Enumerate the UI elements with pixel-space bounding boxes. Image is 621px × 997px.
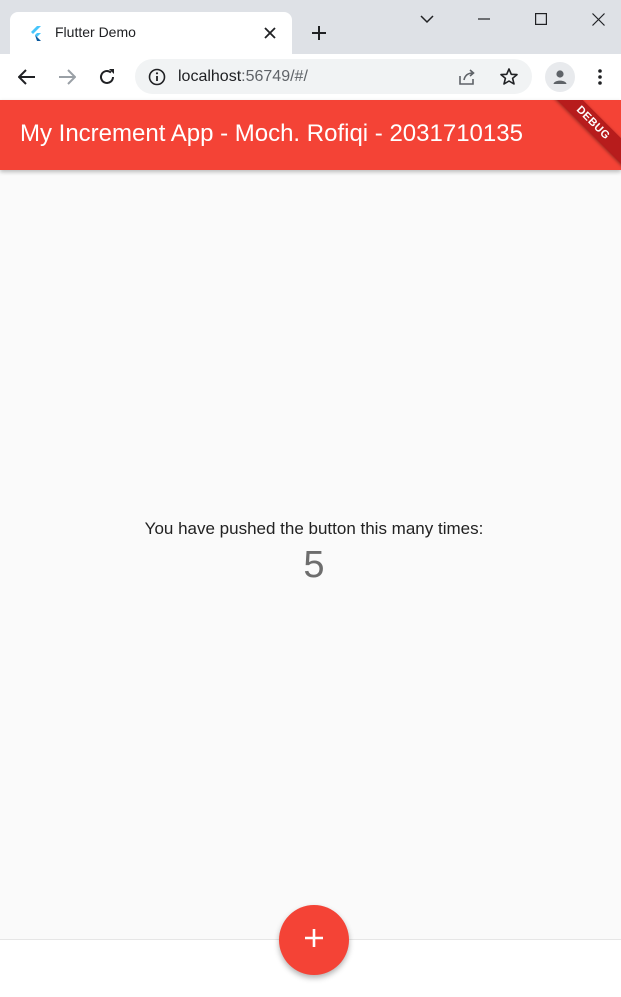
app-title: My Increment App - Moch. Rofiqi - 203171… [20, 120, 523, 147]
app-bar: My Increment App - Moch. Rofiqi - 203171… [0, 100, 621, 170]
tab-search-chevron-icon[interactable] [412, 5, 442, 33]
new-tab-icon[interactable] [305, 19, 333, 47]
back-arrow-icon[interactable] [11, 61, 43, 93]
address-bar[interactable]: localhost:56749/#/ [135, 59, 532, 94]
maximize-icon[interactable] [526, 5, 556, 33]
browser-toolbar: localhost:56749/#/ [0, 54, 621, 100]
share-icon[interactable] [457, 67, 477, 87]
minimize-icon[interactable] [469, 5, 499, 33]
bookmark-star-icon[interactable] [499, 67, 519, 87]
url-text[interactable]: localhost:56749/#/ [178, 68, 308, 86]
counter-label: You have pushed the button this many tim… [144, 519, 484, 538]
close-window-icon[interactable] [583, 5, 613, 33]
flutter-logo-icon [28, 25, 44, 41]
info-icon[interactable] [148, 68, 166, 86]
tab-title: Flutter Demo [55, 24, 136, 40]
browser-tab-strip: Flutter Demo [0, 0, 621, 54]
forward-arrow-icon[interactable] [51, 61, 83, 93]
reload-icon[interactable] [91, 61, 123, 93]
browser-tab[interactable]: Flutter Demo [10, 12, 292, 54]
profile-avatar-icon[interactable] [545, 62, 575, 92]
close-tab-icon[interactable] [260, 23, 280, 43]
url-host: localhost [178, 68, 242, 85]
counter-value: 5 [303, 544, 325, 586]
add-icon [303, 927, 325, 954]
url-path: :56749/#/ [241, 68, 308, 85]
increment-button[interactable] [279, 905, 349, 975]
debug-banner: DEBUG [544, 100, 621, 170]
more-menu-icon[interactable] [588, 64, 612, 90]
